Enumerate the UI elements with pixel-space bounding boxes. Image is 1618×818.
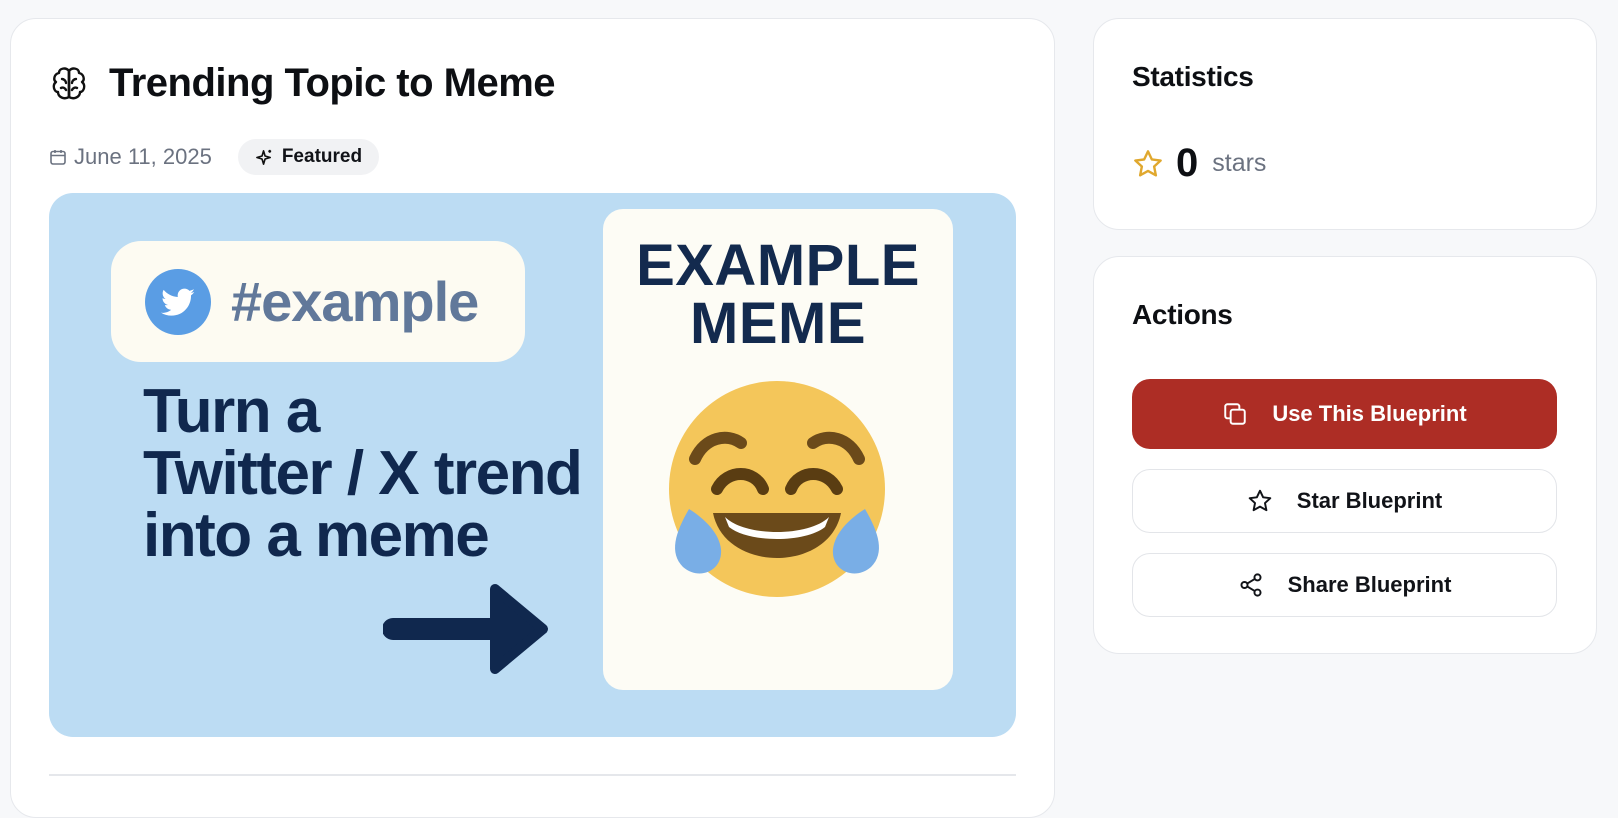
calendar-icon	[50, 150, 66, 165]
title-row: Trending Topic to Meme	[49, 61, 556, 106]
arrow-right-icon	[383, 584, 548, 674]
star-icon	[1248, 489, 1272, 512]
statistics-card: Statistics 0 stars	[1093, 18, 1597, 230]
featured-badge-label: Featured	[281, 146, 363, 167]
actions-heading: Actions	[1132, 299, 1233, 330]
featured-badge: Featured	[237, 139, 380, 175]
actions-card: Actions Use This Blueprint Star Blueprin…	[1093, 256, 1597, 654]
statistics-heading: Statistics	[1132, 61, 1254, 92]
meme-title: EXAMPLE MEME	[603, 237, 953, 353]
brain-icon	[52, 66, 86, 99]
share-blueprint-label: Share Blueprint	[1287, 572, 1452, 597]
star-count: 0	[1176, 141, 1199, 185]
twitter-logo	[145, 268, 211, 335]
hashtag-box: #example	[111, 241, 525, 362]
blueprint-detail-card: Trending Topic to Meme June 11, 2025 Fea…	[10, 18, 1055, 818]
star-count-label: stars	[1212, 149, 1267, 177]
hero-headline-line: Turn a	[143, 377, 320, 446]
share-blueprint-button[interactable]: Share Blueprint	[1132, 553, 1557, 617]
content-divider	[49, 774, 1016, 776]
hero-image: #example Turn a Twitter / X trend into a…	[49, 193, 1016, 737]
meme-title-line: EXAMPLE	[636, 233, 920, 298]
publish-date: June 11, 2025	[74, 144, 212, 169]
stars-stat: 0 stars	[1132, 141, 1266, 186]
sparkle-icon	[255, 149, 271, 165]
star-outline-icon	[1134, 149, 1162, 177]
hero-headline-line: into a meme	[143, 501, 490, 570]
use-blueprint-button[interactable]: Use This Blueprint	[1132, 379, 1557, 449]
use-blueprint-label: Use This Blueprint	[1272, 401, 1467, 426]
star-blueprint-button[interactable]: Star Blueprint	[1132, 469, 1557, 533]
laughing-crying-emoji-icon	[669, 381, 885, 597]
share-icon	[1240, 573, 1262, 597]
star-blueprint-label: Star Blueprint	[1296, 488, 1443, 513]
twitter-bird-icon	[161, 288, 195, 316]
hero-headline: Turn a Twitter / X trend into a meme	[143, 381, 613, 567]
meta-row: June 11, 2025 Featured	[49, 139, 380, 175]
hashtag-text: #example	[231, 270, 479, 333]
meme-title-line: MEME	[690, 291, 866, 356]
hero-headline-line: Twitter / X trend	[143, 439, 583, 508]
example-meme-card: EXAMPLE MEME	[603, 209, 953, 690]
copy-icon	[1224, 403, 1247, 425]
page-title: Trending Topic to Meme	[109, 61, 556, 105]
